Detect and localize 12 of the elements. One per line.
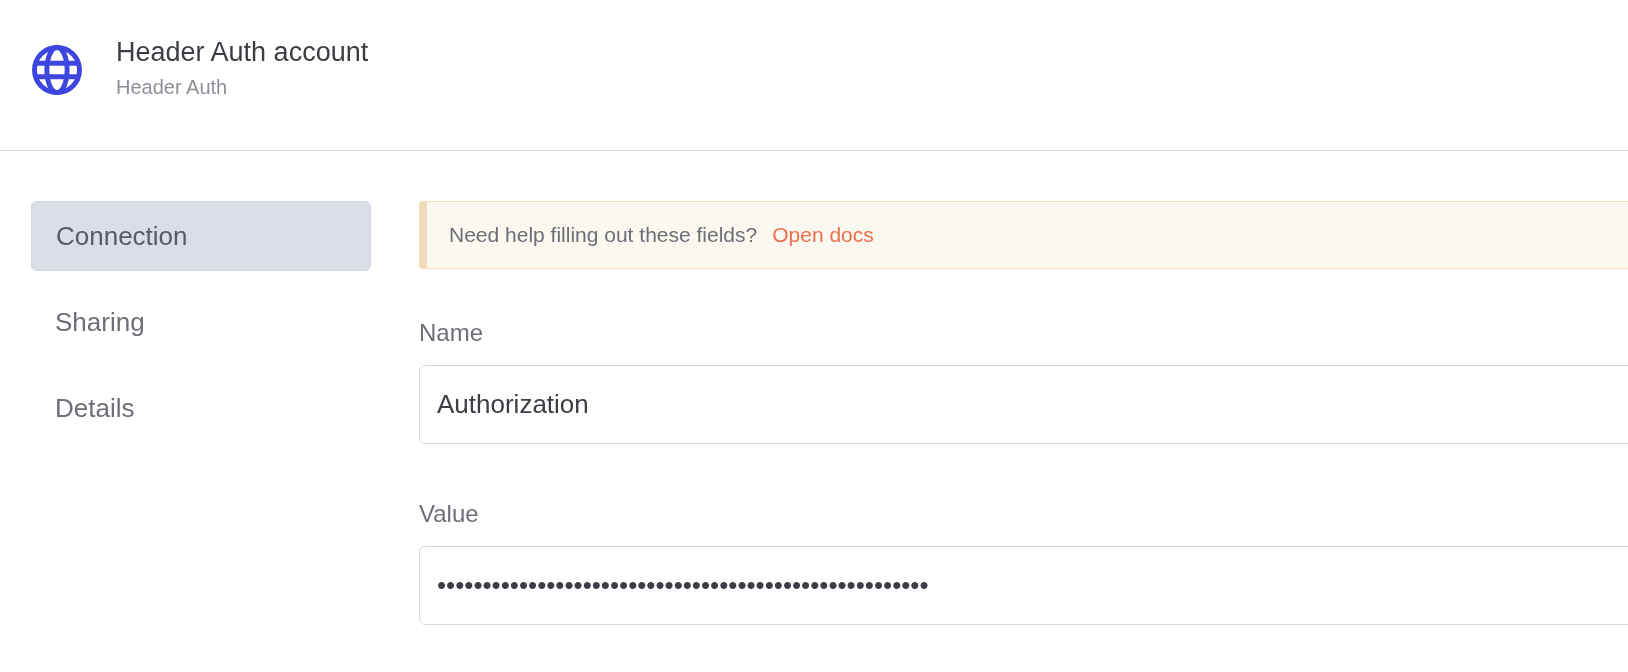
input-field[interactable]: •••••••••••••••••••••••••••••••••••••••••••••••••••••• bbox=[419, 546, 1628, 625]
field-label: Name bbox=[419, 319, 485, 347]
sidebar-item[interactable]: Details bbox=[31, 373, 371, 443]
sidebar-item[interactable]: Connection bbox=[31, 201, 371, 271]
header-title: Header Auth account bbox=[116, 37, 369, 68]
sidebar-item[interactable]: Sharing bbox=[31, 287, 371, 357]
help-text: Need help filling out these fields? bbox=[449, 223, 758, 247]
field-label: Value bbox=[419, 500, 480, 528]
header-subtitle: Header Auth bbox=[116, 76, 229, 99]
globe-icon bbox=[30, 43, 84, 97]
docs-link[interactable]: Open docs bbox=[772, 223, 874, 247]
input-field[interactable]: Authorization bbox=[419, 365, 1628, 444]
